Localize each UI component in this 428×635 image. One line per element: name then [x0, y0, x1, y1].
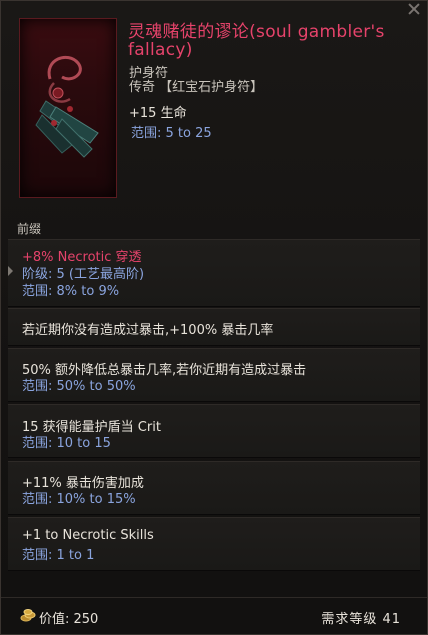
affix-row: +1 to Necrotic Skills 范围: 1 to 1 — [8, 517, 420, 571]
item-name: 灵魂赌徒的谬论(soul gambler's fallacy) — [128, 22, 385, 60]
affix-range: 范围: 10% to 15% — [22, 492, 136, 507]
amulet-icon — [35, 56, 99, 158]
level-requirement: 需求等级 41 — [321, 612, 401, 627]
implicit-value: +15 生命 — [129, 106, 187, 121]
implicit-range: 范围: 5 to 25 — [131, 126, 212, 141]
affix-range: 范围: 8% to 9% — [22, 284, 120, 299]
item-rarity: 传奇 【红宝石护身符】 — [129, 80, 264, 95]
prefix-section-label: 前缀 — [17, 222, 42, 236]
close-icon[interactable] — [407, 2, 421, 16]
affix-range: 范围: 1 to 1 — [22, 548, 95, 563]
affix-text: +1 to Necrotic Skills — [22, 528, 154, 543]
affix-row: +8% Necrotic 穿透 阶级: 5 (工艺最高阶) 范围: 8% to … — [8, 239, 420, 307]
affix-row: 50% 额外降低总暴击几率,若你近期有造成过暴击 范围: 50% to 50% — [8, 348, 420, 402]
affix-row: 15 获得能量护盾当 Crit 范围: 10 to 15 — [8, 404, 420, 458]
affix-row: 若近期你没有造成过暴击,+100% 暴击几率 — [8, 308, 420, 346]
item-tooltip: 灵魂赌徒的谬论(soul gambler's fallacy) 护身符 传奇 【… — [0, 0, 428, 635]
item-value: 价值: 250 — [39, 612, 99, 627]
tier-arrow-icon — [8, 266, 13, 276]
affix-range: 范围: 50% to 50% — [22, 379, 136, 394]
affix-row: +11% 暴击伤害加成 范围: 10% to 15% — [8, 461, 420, 515]
coin-icon — [20, 609, 36, 622]
item-image-frame — [19, 18, 117, 198]
affix-text: 若近期你没有造成过暴击,+100% 暴击几率 — [22, 323, 274, 338]
tooltip-footer: 价值: 250 需求等级 41 — [1, 597, 427, 634]
affix-range: 范围: 10 to 15 — [22, 436, 111, 451]
